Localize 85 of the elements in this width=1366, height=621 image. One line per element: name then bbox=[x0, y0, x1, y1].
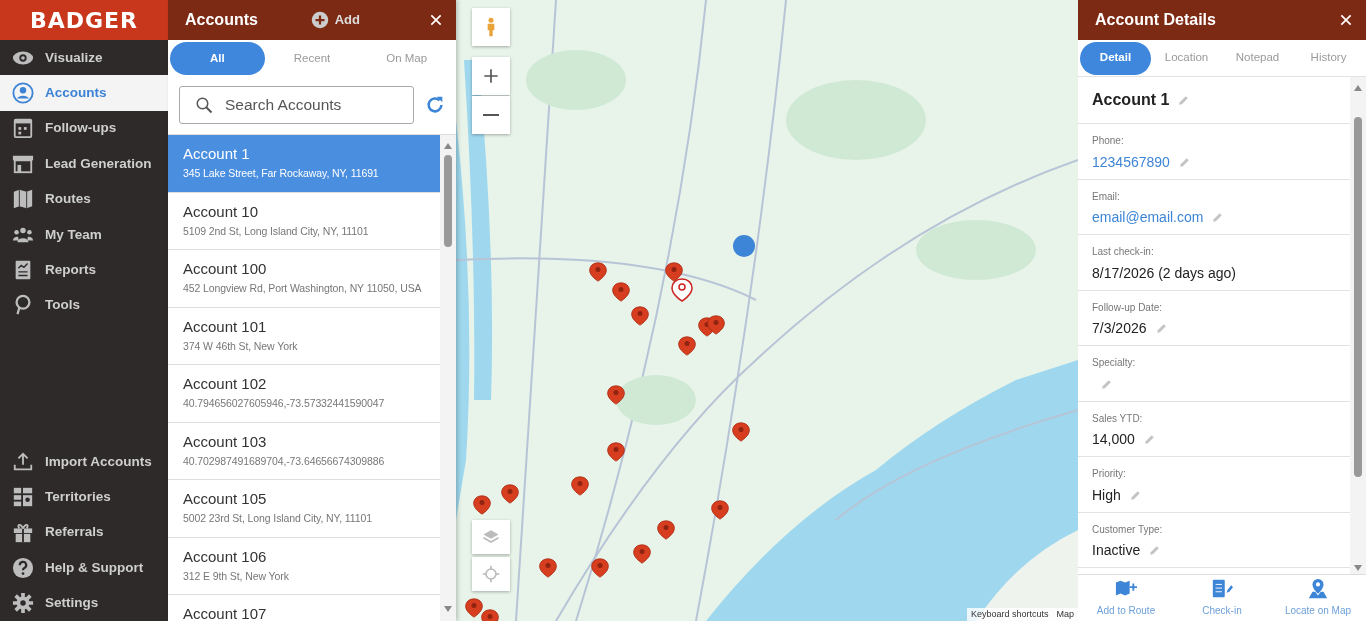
nav-item[interactable]: Reports bbox=[0, 252, 168, 288]
map-attribution[interactable]: Keyboard shortcuts bbox=[970, 607, 1049, 621]
user-icon bbox=[11, 82, 35, 105]
map-attribution[interactable]: Map bbox=[1056, 607, 1074, 621]
account-name: Account 100 bbox=[183, 260, 268, 278]
nav-item[interactable]: Accounts bbox=[0, 75, 168, 111]
field-value: Inactive bbox=[1092, 541, 1141, 560]
nav-item[interactable]: Settings bbox=[0, 585, 168, 621]
grid-icon bbox=[11, 486, 35, 509]
pencil-icon bbox=[1177, 155, 1191, 169]
panel-title: Accounts bbox=[185, 10, 258, 30]
zoom-in-button[interactable] bbox=[472, 57, 510, 95]
nav-item[interactable]: Visualize bbox=[0, 40, 168, 76]
account-name: Account 10 bbox=[183, 202, 260, 221]
pencil-icon bbox=[1177, 93, 1191, 107]
field-label: Phone: bbox=[1092, 134, 1125, 148]
settings-icon bbox=[11, 592, 35, 615]
field-label: Specialty: bbox=[1092, 356, 1137, 370]
close-button[interactable] bbox=[428, 12, 444, 28]
pencil-icon bbox=[1154, 322, 1168, 335]
nav-item[interactable]: Lead Generation bbox=[0, 146, 168, 182]
logo: BADGER bbox=[29, 6, 139, 35]
field-link[interactable]: email@email.com bbox=[1092, 207, 1204, 228]
field-label: Email: bbox=[1092, 189, 1121, 204]
search-field[interactable]: Search Accounts bbox=[179, 86, 414, 124]
pencil-icon bbox=[1100, 377, 1113, 391]
nav-item[interactable]: Follow-ups bbox=[0, 110, 168, 147]
account-address: 5002 23rd St, Long Island City, NY, 11101 bbox=[183, 511, 373, 526]
plus-icon bbox=[481, 66, 501, 86]
filter-tab[interactable]: All bbox=[170, 42, 265, 75]
account-address: 5109 2nd St, Long Island City, NY, 11101 bbox=[183, 223, 370, 239]
scrollbar[interactable] bbox=[1350, 77, 1366, 574]
gift-icon bbox=[11, 521, 35, 544]
field-label: Priority: bbox=[1092, 467, 1127, 481]
field-label: Customer Type: bbox=[1092, 522, 1164, 537]
account-address: 345 Lake Street, Far Rockaway, NY, 11691 bbox=[183, 166, 380, 181]
field-link[interactable]: 1234567890 bbox=[1092, 151, 1170, 173]
account-address: 312 E 9th St, New York bbox=[183, 568, 290, 584]
field-label: Follow-up Date: bbox=[1092, 300, 1164, 315]
refresh-button[interactable] bbox=[424, 94, 446, 116]
account-name: Account 102 bbox=[183, 375, 268, 393]
calendar-icon bbox=[11, 117, 35, 140]
account-address: 40.794656027605946,-73.57332441590047 bbox=[183, 396, 386, 411]
field-value: 8/17/2026 (2 days ago) bbox=[1092, 263, 1236, 283]
account-address: 374 W 46th St, New York bbox=[183, 338, 299, 354]
help-icon bbox=[11, 556, 35, 579]
crosshair-icon bbox=[481, 564, 501, 584]
account-name: Account 103 bbox=[183, 432, 268, 451]
close-icon bbox=[1338, 12, 1354, 28]
nav-item[interactable]: Tools bbox=[0, 287, 168, 324]
nav-item[interactable]: Routes bbox=[0, 181, 168, 217]
nav-item[interactable]: Referrals bbox=[0, 514, 168, 551]
minus-icon bbox=[483, 114, 499, 116]
scrollbar[interactable] bbox=[440, 135, 456, 621]
refresh-icon bbox=[424, 94, 446, 116]
pencil-icon bbox=[1142, 433, 1156, 446]
upload-icon bbox=[11, 450, 35, 473]
plus-circle-icon bbox=[310, 11, 329, 29]
field-value: 14,000 bbox=[1092, 430, 1135, 449]
account-name: Account 107 bbox=[183, 605, 268, 621]
account-address: 40.702987491689704,-73.64656674309886 bbox=[183, 453, 386, 469]
add-button[interactable]: Add bbox=[304, 9, 366, 31]
field-value: 7/3/2026 bbox=[1092, 319, 1147, 338]
pencil-icon bbox=[1148, 544, 1162, 557]
nav-item[interactable]: Help & Support bbox=[0, 550, 168, 586]
field-value: High bbox=[1092, 485, 1121, 505]
field-label: Last check-in: bbox=[1092, 245, 1155, 259]
nav-item[interactable]: Import Accounts bbox=[0, 444, 168, 480]
account-name: Account 106 bbox=[183, 547, 268, 566]
pencil-icon bbox=[1128, 488, 1142, 502]
close-icon bbox=[428, 12, 444, 28]
pencil-icon bbox=[1211, 211, 1225, 224]
nav-item[interactable]: Territories bbox=[0, 479, 168, 515]
field-label: Sales YTD: bbox=[1092, 411, 1144, 426]
account-title: Account 1 bbox=[1092, 90, 1170, 110]
close-button[interactable] bbox=[1338, 12, 1354, 28]
folded-map-icon bbox=[11, 188, 35, 211]
panel-title: Account Details bbox=[1095, 10, 1216, 30]
account-name: Account 105 bbox=[183, 490, 268, 508]
account-address: 452 Longview Rd, Port Washington, NY 11050, USA bbox=[183, 281, 423, 296]
nav-item[interactable]: My Team bbox=[0, 216, 168, 253]
account-name: Account 1 bbox=[183, 145, 251, 163]
zoom-out-button[interactable] bbox=[472, 96, 510, 134]
detail-tab[interactable]: Detail bbox=[1080, 41, 1151, 75]
account-name: Account 101 bbox=[183, 317, 268, 336]
